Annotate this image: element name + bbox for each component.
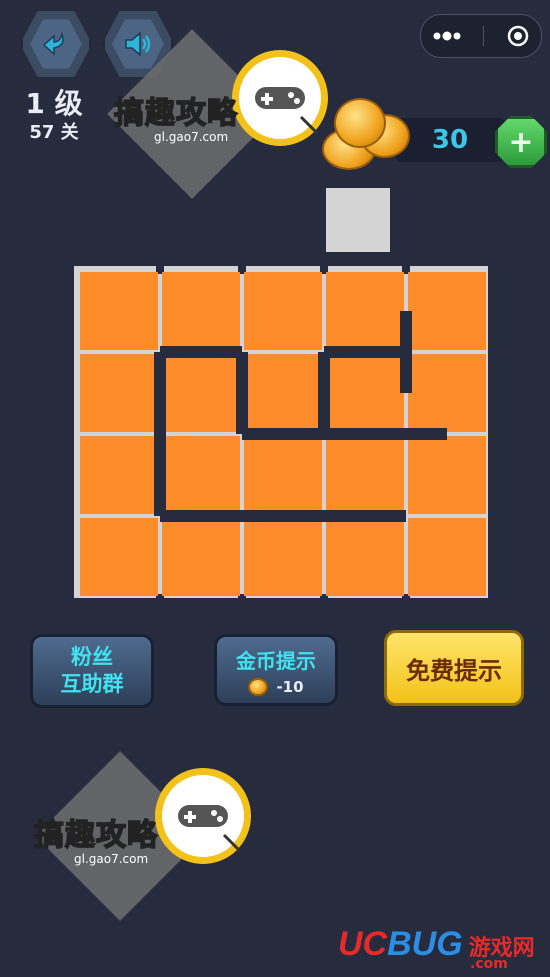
grid-cell[interactable]	[326, 272, 404, 350]
coin-icon	[248, 677, 269, 696]
fans-line-2: 互助群	[60, 672, 124, 696]
footer-brand-uc: UC	[338, 925, 388, 963]
watermark-bottom: 搞趣攻略 gl.gao7.com	[20, 751, 260, 921]
grid-cell[interactable]	[326, 518, 404, 596]
grid-cell[interactable]	[80, 518, 158, 596]
grid-cell[interactable]	[244, 354, 322, 432]
coin-hint-button[interactable]: 金币提示 -10	[214, 634, 338, 706]
grid-cell[interactable]	[80, 354, 158, 432]
grid-cell[interactable]	[80, 272, 158, 350]
start-cell[interactable]	[326, 188, 390, 252]
gamepad-icon	[178, 805, 242, 853]
watermark-url: gl.gao7.com	[74, 852, 149, 866]
grid-cell[interactable]	[408, 272, 486, 350]
grid-cell[interactable]	[162, 436, 240, 514]
grid-cell[interactable]	[408, 354, 486, 432]
grid-cell[interactable]	[162, 272, 240, 350]
coin-hint-cost: -10	[276, 677, 304, 696]
grid-cell[interactable]	[326, 354, 404, 432]
coin-hint-label: 金币提示	[236, 648, 316, 673]
watermark-title: 搞趣攻略	[33, 817, 158, 854]
grid-cell[interactable]	[244, 518, 322, 596]
grid-cell[interactable]	[244, 436, 322, 514]
grid-cell[interactable]	[408, 436, 486, 514]
footer-brand-com: .com	[470, 956, 508, 972]
grid-cell[interactable]	[326, 436, 404, 514]
grid-cell[interactable]	[408, 518, 486, 596]
grid-cell[interactable]	[162, 354, 240, 432]
coin-hint-cost-row: -10	[248, 677, 304, 696]
fans-line-1: 粉丝	[71, 645, 113, 669]
grid-cell[interactable]	[162, 518, 240, 596]
free-hint-button[interactable]: 免费提示	[384, 630, 524, 706]
grid-cell[interactable]	[244, 272, 322, 350]
fans-group-button[interactable]: 粉丝 互助群	[30, 634, 154, 708]
footer-brand-bug: BUG	[387, 925, 463, 963]
grid-cell[interactable]	[80, 436, 158, 514]
